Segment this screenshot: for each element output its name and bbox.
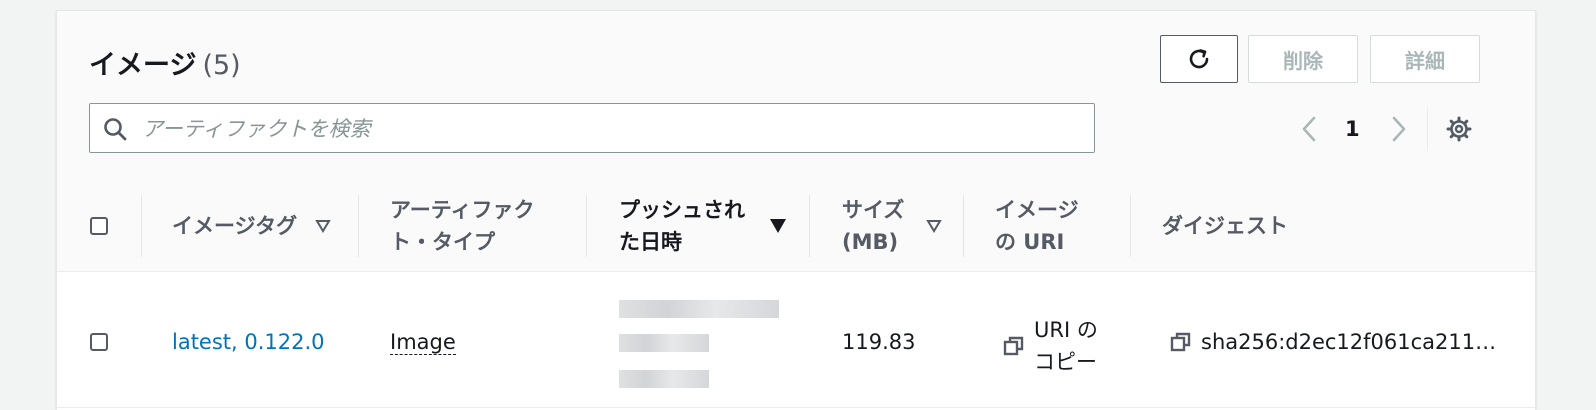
previous-page-button[interactable] [1299, 111, 1319, 147]
details-button[interactable]: 詳細 [1370, 35, 1480, 83]
select-all-checkbox[interactable] [90, 217, 108, 235]
refresh-button[interactable] [1160, 35, 1238, 83]
column-divider [358, 195, 359, 257]
search-field[interactable] [89, 103, 1095, 153]
column-header-image-tag[interactable]: イメージタグ [172, 181, 331, 271]
column-label: アーティファク ト・タイプ [390, 198, 535, 254]
redacted-text [619, 334, 709, 352]
image-tag-link[interactable]: latest, 0.122.0 [172, 330, 325, 354]
caret-down-filled-icon [770, 219, 786, 233]
search-icon [104, 118, 127, 141]
column-label: ダイジェスト [1162, 214, 1288, 238]
column-divider [809, 195, 810, 257]
image-size: 119.83 [842, 330, 916, 354]
column-divider [1130, 195, 1131, 257]
title-text: イメージ [89, 50, 197, 81]
caret-down-outline-icon [926, 220, 943, 233]
column-header-digest: ダイジェスト [1162, 181, 1288, 271]
redacted-text [619, 300, 779, 318]
table-row[interactable]: latest, 0.122.0 Image 119.83 URI の コピー s… [57, 272, 1535, 408]
column-header-size[interactable]: サイズ (MB) [842, 181, 943, 271]
row-checkbox[interactable] [90, 333, 108, 351]
column-label: サイズ (MB) [842, 198, 905, 254]
search-input[interactable] [140, 110, 1074, 148]
column-divider [586, 195, 587, 257]
column-divider [141, 195, 142, 257]
images-panel: イメージ(5) 削除 詳細 1 [56, 10, 1536, 410]
preferences-button[interactable] [1445, 115, 1473, 147]
column-label: イメージ の URI [995, 198, 1079, 254]
delete-button[interactable]: 削除 [1248, 35, 1358, 83]
page-title: イメージ (5) [89, 43, 241, 82]
chevron-right-icon [1392, 116, 1406, 142]
copy-icon [1003, 336, 1024, 356]
artifact-type-text: Image [390, 330, 456, 355]
refresh-icon [1189, 49, 1209, 69]
panel-header: イメージ(5) 削除 詳細 1 [57, 11, 1535, 182]
gear-icon [1446, 116, 1472, 142]
copy-digest-button[interactable]: sha256:d2ec12f061ca211… [1169, 330, 1496, 354]
artifact-type: Image [390, 330, 456, 355]
caret-down-outline-icon [315, 220, 331, 233]
image-count: (5) [202, 50, 241, 81]
column-header-pushed-at[interactable]: プッシュされ た日時 [619, 181, 786, 271]
image-digest: sha256:d2ec12f061ca211… [1201, 330, 1497, 354]
column-divider [963, 195, 964, 257]
next-page-button[interactable] [1389, 111, 1409, 147]
column-label: イメージタグ [172, 214, 298, 238]
column-header-image-uri: イメージ の URI [995, 181, 1079, 271]
chevron-left-icon [1302, 116, 1316, 142]
copy-uri-button[interactable]: URI の コピー [1002, 314, 1098, 378]
pagination-divider [1427, 107, 1428, 151]
current-page[interactable]: 1 [1345, 111, 1360, 147]
copy-icon [1170, 332, 1191, 352]
copy-uri-label: URI の コピー [1034, 318, 1098, 374]
redacted-text [619, 370, 709, 388]
column-label: プッシュされ た日時 [619, 198, 745, 254]
column-header-artifact-type: アーティファク ト・タイプ [390, 181, 534, 271]
table-header: イメージタグ アーティファク ト・タイプ プッシュされ た日時 サイズ (MB)… [57, 181, 1535, 272]
